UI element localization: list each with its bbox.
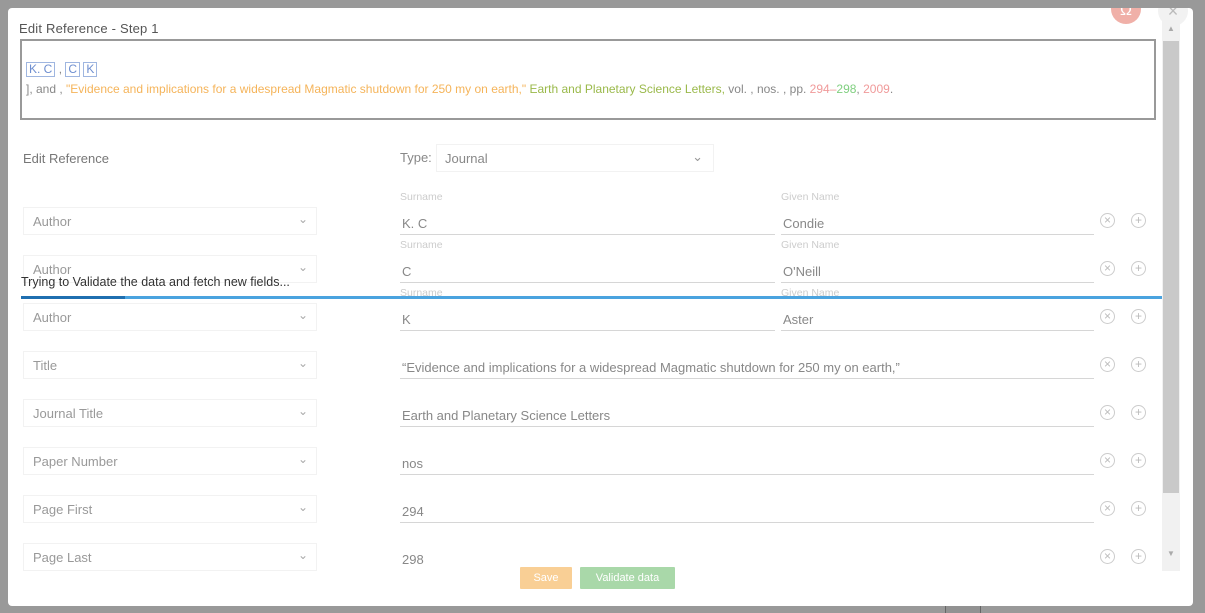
add-icon[interactable]: + — [1131, 261, 1146, 276]
preview-author-2a[interactable]: C — [65, 62, 81, 77]
progress-bar — [21, 296, 1179, 299]
title-input[interactable]: “Evidence and implications for a widespr… — [400, 357, 1094, 379]
chevron-down-icon: ⌄ — [297, 212, 308, 226]
validate-data-button[interactable]: Validate data — [580, 567, 675, 589]
chevron-down-icon: ⌄ — [297, 500, 308, 514]
surname-input[interactable]: C — [400, 261, 775, 283]
add-icon[interactable]: + — [1131, 405, 1146, 420]
add-icon[interactable]: + — [1131, 213, 1146, 228]
modal-title: Edit Reference - Step 1 — [19, 21, 159, 36]
chevron-down-icon: ⌄ — [297, 308, 308, 322]
surname-input[interactable]: K — [400, 309, 775, 331]
field-type-value: Author — [33, 310, 72, 325]
field-type-value: Author — [33, 214, 72, 229]
edit-reference-modal: Edit Reference - Step 1 Ω × K. C , C K ]… — [8, 8, 1193, 606]
chevron-down-icon: ⌄ — [297, 548, 308, 562]
field-type-value: Paper Number — [33, 454, 118, 469]
chevron-down-icon: ⌄ — [297, 452, 308, 466]
omega-icon[interactable]: Ω — [1111, 8, 1141, 24]
preview-period: . — [889, 82, 894, 96]
add-icon[interactable]: + — [1131, 357, 1146, 372]
remove-icon[interactable]: × — [1100, 549, 1115, 564]
surname-input[interactable]: K. C — [400, 213, 775, 235]
reference-preview: K. C , C K ], and , "Evidence and implic… — [20, 39, 1156, 120]
preview-author-1[interactable]: K. C — [26, 62, 56, 77]
add-icon[interactable]: + — [1131, 309, 1146, 324]
add-icon[interactable]: + — [1131, 549, 1146, 564]
remove-icon[interactable]: × — [1100, 501, 1115, 516]
type-label: Type: — [400, 150, 432, 165]
remove-icon[interactable]: × — [1100, 357, 1115, 372]
preview-page-last: 298 — [836, 82, 857, 96]
field-type-select[interactable]: Author ⌄ — [23, 303, 317, 331]
type-select[interactable]: Journal ⌄ — [436, 144, 714, 172]
section-label: Edit Reference — [23, 151, 109, 166]
given-name-label: Given Name — [781, 239, 840, 251]
remove-icon[interactable]: × — [1100, 453, 1115, 468]
chevron-down-icon: ⌄ — [692, 149, 703, 164]
validation-status-text: Trying to Validate the data and fetch ne… — [21, 275, 290, 289]
add-icon[interactable]: + — [1131, 453, 1146, 468]
given-name-input[interactable]: O'Neill — [781, 261, 1094, 283]
journal-title-input[interactable]: Earth and Planetary Science Letters — [400, 405, 1094, 427]
remove-icon[interactable]: × — [1100, 213, 1115, 228]
page-first-input[interactable]: 294 — [400, 501, 1094, 523]
remove-icon[interactable]: × — [1100, 309, 1115, 324]
field-type-select[interactable]: Title ⌄ — [23, 351, 317, 379]
progress-bar-fill — [21, 296, 126, 299]
field-type-value: Title — [33, 358, 58, 373]
preview-page-first: 294 — [809, 82, 830, 96]
preview-volume: vol. , nos. , pp. — [728, 82, 807, 96]
save-button[interactable]: Save — [520, 567, 572, 589]
add-icon[interactable]: + — [1131, 501, 1146, 516]
field-type-select[interactable]: Author ⌄ — [23, 207, 317, 235]
given-name-input[interactable]: Aster — [781, 309, 1094, 331]
page-last-input[interactable]: 298 — [400, 549, 1094, 571]
preview-separator: , — [58, 62, 63, 76]
given-name-input[interactable]: Condie — [781, 213, 1094, 235]
preview-year: 2009 — [863, 82, 890, 96]
preview-lead: ], and , — [26, 82, 63, 96]
field-type-value: Page First — [33, 502, 93, 517]
surname-label: Surname — [400, 191, 443, 203]
preview-title: "Evidence and implications for a widespr… — [66, 82, 527, 96]
field-type-select[interactable]: Journal Title ⌄ — [23, 399, 317, 427]
chevron-down-icon: ⌄ — [297, 356, 308, 370]
preview-journal: Earth and Planetary Science Letters, — [529, 82, 725, 96]
field-type-select[interactable]: Page Last ⌄ — [23, 543, 317, 571]
paper-number-input[interactable]: nos — [400, 453, 1094, 475]
field-type-value: Journal Title — [33, 406, 104, 421]
remove-icon[interactable]: × — [1100, 405, 1115, 420]
preview-author-2b[interactable]: K — [83, 62, 98, 77]
field-type-select[interactable]: Paper Number ⌄ — [23, 447, 317, 475]
type-select-value: Journal — [445, 151, 488, 166]
scrollbar-thumb[interactable] — [1163, 41, 1179, 493]
given-name-label: Given Name — [781, 191, 840, 203]
scroll-up-icon[interactable]: ▲ — [1164, 23, 1178, 35]
field-type-select[interactable]: Page First ⌄ — [23, 495, 317, 523]
chevron-down-icon: ⌄ — [297, 260, 308, 274]
scroll-down-icon[interactable]: ▼ — [1164, 548, 1178, 560]
preview-comma: , — [856, 82, 860, 96]
surname-label: Surname — [400, 239, 443, 251]
field-type-value: Page Last — [33, 550, 92, 565]
remove-icon[interactable]: × — [1100, 261, 1115, 276]
chevron-down-icon: ⌄ — [297, 404, 308, 418]
